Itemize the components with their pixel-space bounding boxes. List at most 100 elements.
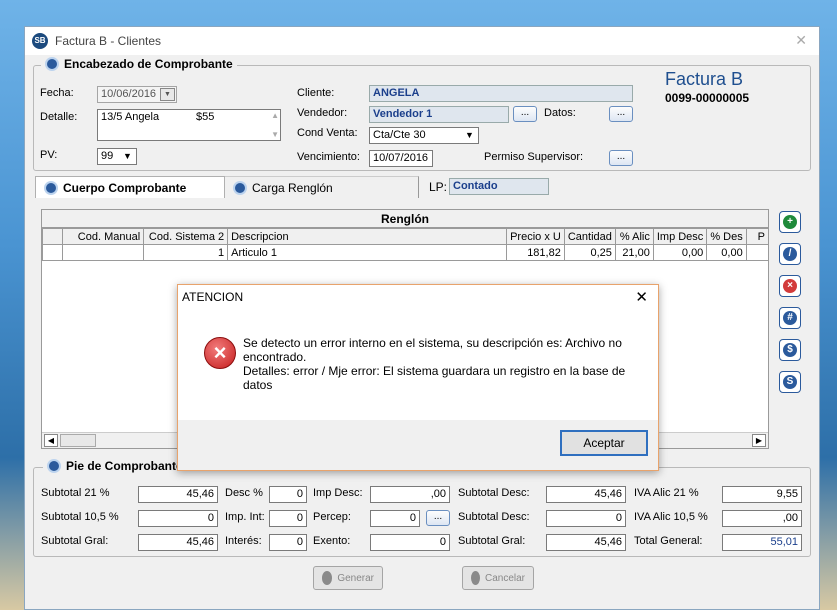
total-field[interactable]: 55,01 xyxy=(722,534,802,551)
tab-carga-renglon[interactable]: Carga Renglón xyxy=(225,176,419,198)
grid-cell[interactable] xyxy=(745,244,768,261)
pv-select[interactable]: 99 ▼ xyxy=(97,148,137,165)
interes-label: Interés: xyxy=(225,535,262,547)
dialog-message-line1: Se detecto un error interno en el sistem… xyxy=(243,336,622,364)
tab-label: Carga Renglón xyxy=(252,180,333,195)
chevron-down-icon[interactable]: ▼ xyxy=(160,88,175,101)
group-icon xyxy=(47,459,61,473)
subtotalgral-label: Subtotal Gral: xyxy=(41,535,109,547)
cliente-label: Cliente: xyxy=(297,87,335,99)
delete-row-button[interactable]: × xyxy=(779,275,801,297)
detalle-text: 13/5 Angela xyxy=(101,111,160,123)
chevron-down-icon[interactable]: ▼ xyxy=(120,150,135,163)
scroll-left-icon[interactable]: ◀ xyxy=(44,434,58,447)
table-row[interactable]: 1 Articulo 1 181,82 0,25 21,00 0,00 0,00 xyxy=(42,244,768,261)
group-icon xyxy=(45,57,59,71)
scroll-right-icon[interactable]: ▶ xyxy=(752,434,766,447)
lp-field[interactable]: Contado xyxy=(449,178,549,195)
permiso-label: Permiso Supervisor: xyxy=(484,151,584,163)
impint-label: Imp. Int: xyxy=(225,511,265,523)
datos-button[interactable]: ... xyxy=(609,106,633,122)
grid-cell[interactable]: 0,25 xyxy=(563,244,616,261)
iva105-field[interactable]: ,00 xyxy=(722,510,802,527)
grid-cell[interactable]: 1 xyxy=(143,244,229,261)
close-icon[interactable]: ✕ xyxy=(795,32,807,49)
grid-cell[interactable]: Articulo 1 xyxy=(227,244,508,261)
calculator-icon: # xyxy=(783,311,797,325)
chevron-down-icon[interactable]: ▼ xyxy=(462,129,477,142)
edit-row-button[interactable]: / xyxy=(779,243,801,265)
iva21-label: IVA Alic 21 % xyxy=(634,487,699,499)
close-icon[interactable]: ✕ xyxy=(635,288,648,306)
subdesc2-field[interactable]: 0 xyxy=(546,510,626,527)
grid-cell[interactable]: 0,00 xyxy=(652,244,708,261)
iva21-field[interactable]: 9,55 xyxy=(722,486,802,503)
add-row-button[interactable]: + xyxy=(779,211,801,233)
vendedor-field[interactable]: Vendedor 1 xyxy=(369,106,509,123)
impdesc-label: Imp Desc: xyxy=(313,487,363,499)
subtotal105-field[interactable]: 0 xyxy=(138,510,218,527)
exento-field[interactable]: 0 xyxy=(370,534,450,551)
scrollbar-thumb[interactable] xyxy=(60,434,96,447)
grid-cell[interactable]: 21,00 xyxy=(614,244,654,261)
fecha-field[interactable]: 10/06/2016 ▼ xyxy=(97,86,177,103)
aceptar-button[interactable]: Aceptar xyxy=(560,430,648,456)
grid-cell[interactable]: 181,82 xyxy=(506,244,565,261)
grid-col-header[interactable]: Cod. Manual xyxy=(61,228,145,245)
percep-field[interactable]: 0 xyxy=(370,510,420,527)
invoice-number: 0099-00000005 xyxy=(665,91,750,105)
subdesc2-label: Subtotal Desc: xyxy=(458,511,530,523)
permiso-button[interactable]: ... xyxy=(609,150,633,166)
cancelar-button[interactable]: Cancelar xyxy=(462,566,534,590)
stock-button[interactable]: S xyxy=(779,371,801,393)
title-bar: SB Factura B - Clientes ✕ xyxy=(25,27,819,55)
cliente-field[interactable]: ANGELA xyxy=(369,85,633,102)
grid-cell[interactable]: 0,00 xyxy=(706,244,747,261)
grid-col-header[interactable]: % Des xyxy=(706,228,747,245)
row-indicator xyxy=(42,244,63,261)
percep-button[interactable]: ... xyxy=(426,510,450,526)
generar-button[interactable]: Generar xyxy=(313,566,383,590)
vendedor-lookup-button[interactable]: ... xyxy=(513,106,537,122)
subgral2-field[interactable]: 45,46 xyxy=(546,534,626,551)
condventa-value: Cta/Cte 30 xyxy=(373,129,426,141)
subdesc1-label: Subtotal Desc: xyxy=(458,487,530,499)
impdesc-field[interactable]: ,00 xyxy=(370,486,450,503)
pencil-icon: / xyxy=(783,247,797,261)
price-button[interactable]: $ xyxy=(779,339,801,361)
condventa-select[interactable]: Cta/Cte 30 ▼ xyxy=(369,127,479,144)
impint-field[interactable]: 0 xyxy=(269,510,307,527)
subdesc1-field[interactable]: 45,46 xyxy=(546,486,626,503)
tab-icon xyxy=(233,180,247,195)
grid-col-header[interactable]: Precio x U xyxy=(506,228,565,245)
scroll-up-icon[interactable]: ▲ xyxy=(271,111,279,120)
scroll-down-icon[interactable]: ▼ xyxy=(271,130,279,139)
total-label: Total General: xyxy=(634,535,703,547)
footer-group-title: Pie de Comprobante xyxy=(43,459,187,473)
detalle-textarea[interactable]: 13/5 Angela $55 ▲ ▼ xyxy=(97,109,281,141)
grid-col-header[interactable]: Cod. Sistema 2 xyxy=(143,228,229,245)
pv-label: PV: xyxy=(40,149,58,161)
grid-col-header[interactable]: Imp Desc xyxy=(652,228,708,245)
delete-icon: × xyxy=(783,279,797,293)
calculator-button[interactable]: # xyxy=(779,307,801,329)
desc-field[interactable]: 0 xyxy=(269,486,307,503)
interes-field[interactable]: 0 xyxy=(269,534,307,551)
window-title: Factura B - Clientes xyxy=(55,34,162,48)
grid-col-header[interactable]: Cantidad xyxy=(563,228,616,245)
grid-col-header[interactable]: Descripcion xyxy=(227,228,508,245)
grid-table: Cod. Manual Cod. Sistema 2 Descripcion P… xyxy=(42,228,768,261)
exento-label: Exento: xyxy=(313,535,351,547)
fecha-value: 10/06/2016 xyxy=(101,88,157,100)
stock-icon: S xyxy=(783,375,797,389)
row-indicator xyxy=(42,228,63,245)
tab-cuerpo-comprobante[interactable]: Cuerpo Comprobante xyxy=(35,176,225,198)
grid-col-header[interactable]: % Alic xyxy=(614,228,654,245)
grid-col-header[interactable]: P xyxy=(745,228,768,245)
grid-cell[interactable] xyxy=(61,244,145,261)
vencimiento-field[interactable]: 10/07/2016 xyxy=(369,150,433,167)
cancelar-label: Cancelar xyxy=(484,572,525,584)
footer-group-label: Pie de Comprobante xyxy=(66,459,183,473)
subtotal21-field[interactable]: 45,46 xyxy=(138,486,218,503)
subtotalgral-field[interactable]: 45,46 xyxy=(138,534,218,551)
